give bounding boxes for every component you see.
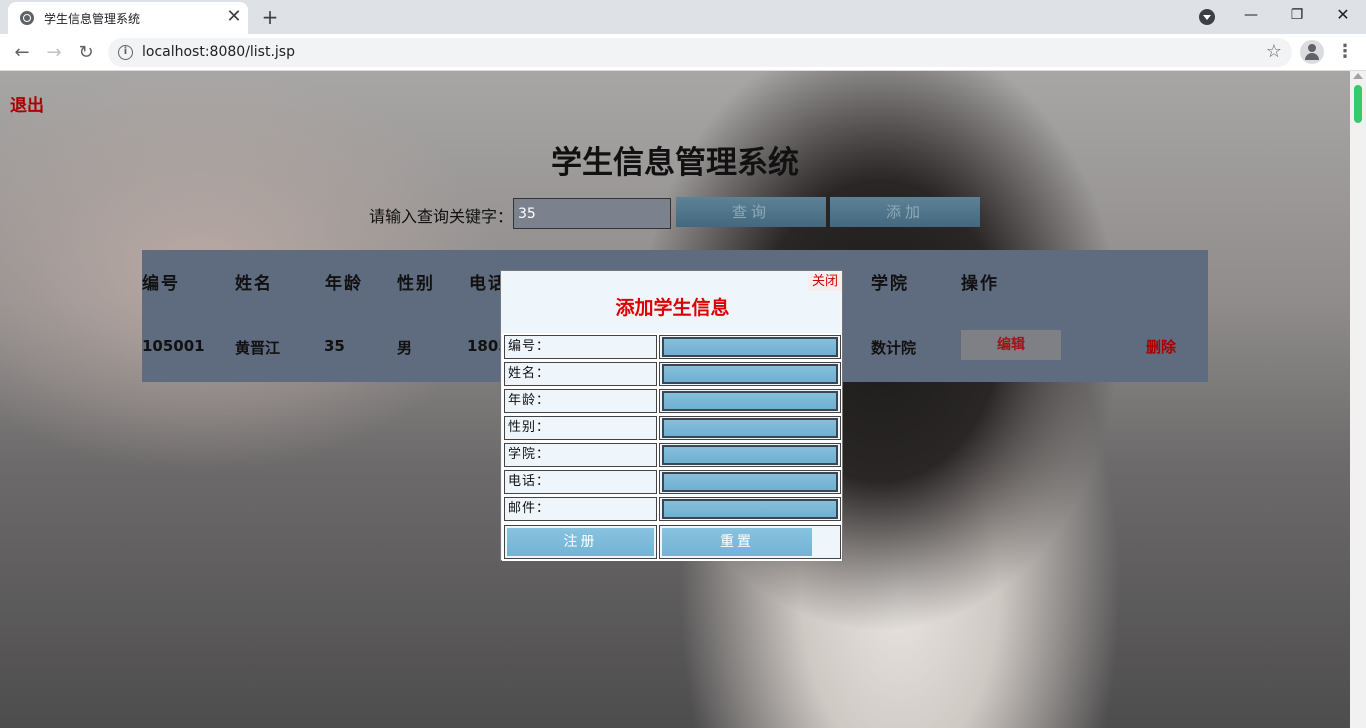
page-scrollbar[interactable] — [1350, 71, 1366, 728]
back-button[interactable]: ← — [8, 39, 36, 67]
field-label: 年龄： — [504, 389, 657, 413]
bookmark-star-icon[interactable]: ☆ — [1266, 41, 1282, 62]
cell-id: 105001 — [142, 337, 205, 355]
add-student-form: 编号： 姓名： 年龄： 性别： 学院： 电话： 邮件： 注册 重置 — [502, 333, 842, 561]
header-id: 编号 — [142, 274, 180, 294]
cell-name: 黄晋江 — [235, 339, 281, 357]
gender-input[interactable] — [662, 418, 838, 438]
tab-close-icon[interactable]: ✕ — [224, 7, 244, 27]
url-text[interactable]: localhost:8080/list.jsp — [142, 44, 295, 60]
header-gender: 性别 — [397, 274, 435, 294]
field-label: 姓名： — [504, 362, 657, 386]
field-label: 编号： — [504, 335, 657, 359]
header-college: 学院 — [871, 274, 909, 294]
college-input[interactable] — [662, 445, 838, 465]
field-cell — [659, 443, 841, 467]
field-cell — [659, 335, 841, 359]
form-row-email: 邮件： — [502, 495, 842, 522]
cell-college: 数计院 — [871, 339, 917, 357]
reload-button[interactable]: ↻ — [72, 39, 100, 67]
field-cell — [659, 389, 841, 413]
logout-link[interactable]: 退出 — [10, 91, 44, 116]
browser-toolbar: ← → ↻ i localhost:8080/list.jsp ☆ — [0, 34, 1366, 71]
scroll-thumb[interactable] — [1354, 85, 1362, 123]
form-row-college: 学院： — [502, 441, 842, 468]
header-actions: 操作 — [961, 274, 999, 294]
modal-close-button[interactable]: 关闭 — [808, 273, 842, 291]
field-cell — [659, 497, 841, 521]
form-row-age: 年龄： — [502, 387, 842, 414]
form-row-gender: 性别： — [502, 414, 842, 441]
search-input[interactable] — [513, 198, 671, 229]
page-viewport: 退出 学生信息管理系统 请输入查询关键字： 查询 添加 编号 姓名 年龄 性别 … — [0, 71, 1350, 728]
add-student-modal: 关闭 添加学生信息 编号： 姓名： 年龄： 性别： 学院： 电话： 邮件： 注册… — [500, 270, 843, 561]
field-cell — [659, 416, 841, 440]
modal-title: 添加学生信息 — [615, 297, 730, 319]
field-cell — [659, 470, 841, 494]
scroll-up-arrow-icon[interactable] — [1353, 73, 1363, 79]
tab-search-icon[interactable] — [1199, 9, 1215, 25]
header-name: 姓名 — [235, 274, 273, 294]
field-cell — [659, 362, 841, 386]
form-row-phone: 电话： — [502, 468, 842, 495]
field-label: 性别： — [504, 416, 657, 440]
browser-menu-icon[interactable]: ⋮ — [1336, 40, 1354, 64]
site-info-icon[interactable]: i — [118, 45, 133, 60]
reset-button[interactable]: 重置 — [662, 528, 812, 556]
id-input[interactable] — [662, 337, 838, 357]
browser-tab[interactable]: 学生信息管理系统 ✕ — [8, 2, 248, 34]
register-button[interactable]: 注册 — [507, 528, 654, 556]
form-row-id: 编号： — [502, 333, 842, 360]
field-label: 电话： — [504, 470, 657, 494]
add-button[interactable]: 添加 — [830, 197, 980, 227]
minimize-button[interactable]: — — [1228, 0, 1274, 30]
new-tab-button[interactable]: + — [258, 5, 282, 29]
field-label: 邮件： — [504, 497, 657, 521]
forward-button[interactable]: → — [40, 39, 68, 67]
browser-tab-strip: 学生信息管理系统 ✕ + — ❐ ✕ — [0, 0, 1366, 34]
field-label: 学院： — [504, 443, 657, 467]
name-input[interactable] — [662, 364, 838, 384]
maximize-button[interactable]: ❐ — [1274, 0, 1320, 30]
form-row-name: 姓名： — [502, 360, 842, 387]
query-button[interactable]: 查询 — [676, 197, 826, 227]
cell-age: 35 — [324, 337, 345, 355]
address-bar[interactable]: i localhost:8080/list.jsp ☆ — [108, 38, 1292, 67]
phone-input[interactable] — [662, 472, 838, 492]
window-close-button[interactable]: ✕ — [1320, 0, 1366, 30]
reset-cell: 重置 — [659, 525, 841, 559]
globe-icon — [20, 11, 34, 25]
account-icon[interactable] — [1300, 40, 1324, 64]
search-label: 请输入查询关键字： — [369, 207, 514, 226]
delete-link[interactable]: 删除 — [1146, 336, 1176, 357]
cell-gender: 男 — [397, 339, 413, 357]
page-title: 学生信息管理系统 — [551, 145, 799, 181]
header-age: 年龄 — [325, 274, 363, 294]
tab-title: 学生信息管理系统 — [44, 12, 141, 26]
edit-button[interactable]: 编辑 — [961, 330, 1061, 360]
email-input[interactable] — [662, 499, 838, 519]
age-input[interactable] — [662, 391, 838, 411]
register-cell: 注册 — [504, 525, 657, 559]
